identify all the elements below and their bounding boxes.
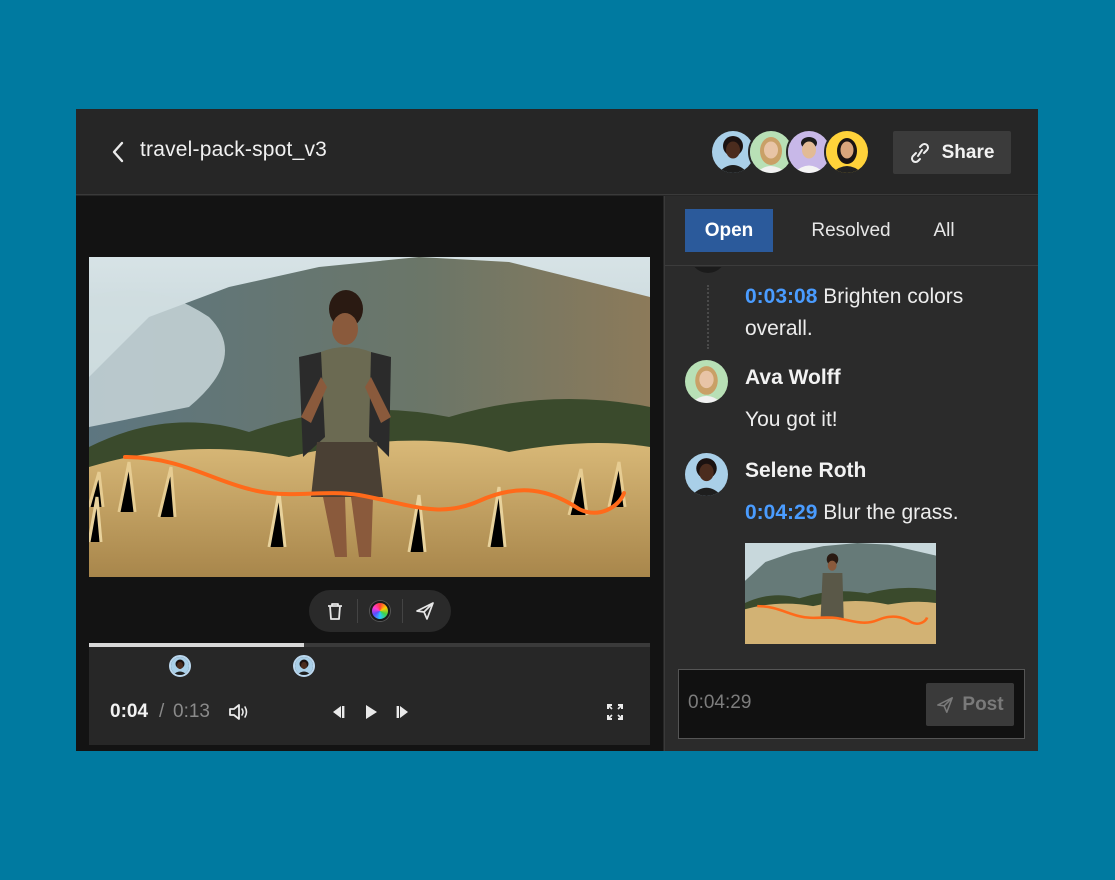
comment-marker-avatar[interactable] <box>168 655 191 677</box>
comment-timestamp-link[interactable]: 0:03:08 <box>745 285 817 308</box>
send-icon <box>937 696 954 713</box>
annotation-toolbar <box>309 590 451 632</box>
collaborator-avatars[interactable] <box>710 129 870 175</box>
comment-filter-tabs: Open Resolved All <box>665 196 1038 266</box>
comment-body: 0:03:08 Brighten colors overall. <box>745 281 1020 345</box>
play-button[interactable] <box>359 700 383 724</box>
tab-open[interactable]: Open <box>685 209 773 252</box>
tab-all[interactable]: All <box>923 209 965 252</box>
delete-annotation-button[interactable] <box>320 596 350 626</box>
comment-timestamp-link[interactable]: 0:04:29 <box>745 501 817 524</box>
comment-text: Blur the grass. <box>823 501 959 524</box>
send-annotation-button[interactable] <box>410 596 440 626</box>
post-label: Post <box>962 693 1004 715</box>
volume-button[interactable] <box>227 700 251 724</box>
avatar <box>690 267 726 273</box>
total-time: 0:13 <box>173 701 210 722</box>
comment-thread: 0:03:08 Brighten colors overall. Ava Wol… <box>665 267 1038 667</box>
player-controls: 0:04 / 0:13 <box>89 647 650 745</box>
step-forward-icon <box>396 706 408 718</box>
tab-resolved[interactable]: Resolved <box>799 209 903 252</box>
toolbar-divider <box>357 599 359 623</box>
toolbar-divider <box>401 599 403 623</box>
speaker-icon <box>229 704 248 720</box>
comment-author: Selene Roth <box>745 459 867 482</box>
video-frame-image <box>89 257 650 577</box>
video-player: 0:04 / 0:13 <box>76 196 663 751</box>
next-frame-button[interactable] <box>391 700 415 724</box>
time-separator: / <box>159 701 165 722</box>
comment-composer: Post <box>678 669 1025 739</box>
color-picker-button[interactable] <box>365 596 395 626</box>
file-title: travel-pack-spot_v3 <box>140 138 328 161</box>
comment-author: Ava Wolff <box>745 366 841 389</box>
avatar-selene-roth[interactable] <box>685 453 728 496</box>
avatar-ava-wolff[interactable] <box>685 360 728 403</box>
video-frame[interactable] <box>89 257 650 577</box>
fullscreen-button[interactable] <box>603 700 627 724</box>
annotation-thumbnail[interactable] <box>745 543 936 644</box>
current-time: 0:04 <box>110 701 149 722</box>
comments-panel: Open Resolved All 0:03:08 Brighten color… <box>664 196 1038 751</box>
previous-frame-button[interactable] <box>326 700 350 724</box>
comment-marker-avatar[interactable] <box>292 655 315 677</box>
header-bar: travel-pack-spot_v3 Share <box>76 109 1038 195</box>
review-app-window: travel-pack-spot_v3 Share 0:04 / 0:13 Op… <box>76 109 1038 751</box>
color-wheel-icon <box>369 601 390 621</box>
fullscreen-icon <box>607 704 623 720</box>
share-label: Share <box>941 141 995 163</box>
back-button[interactable] <box>106 139 130 165</box>
step-back-icon <box>333 706 345 718</box>
chevron-left-icon <box>112 141 124 163</box>
collaborator-avatar-4[interactable] <box>824 129 870 175</box>
link-icon <box>910 142 929 163</box>
thread-connector <box>707 285 709 349</box>
comment-input[interactable] <box>688 692 888 714</box>
send-icon <box>415 602 434 620</box>
post-button[interactable]: Post <box>926 683 1014 726</box>
comment-text: You got it! <box>745 408 838 431</box>
trash-icon <box>328 603 343 620</box>
comment-body: 0:04:29 Blur the grass. <box>745 497 1020 529</box>
share-button[interactable]: Share <box>893 131 1011 174</box>
play-icon <box>366 705 377 719</box>
